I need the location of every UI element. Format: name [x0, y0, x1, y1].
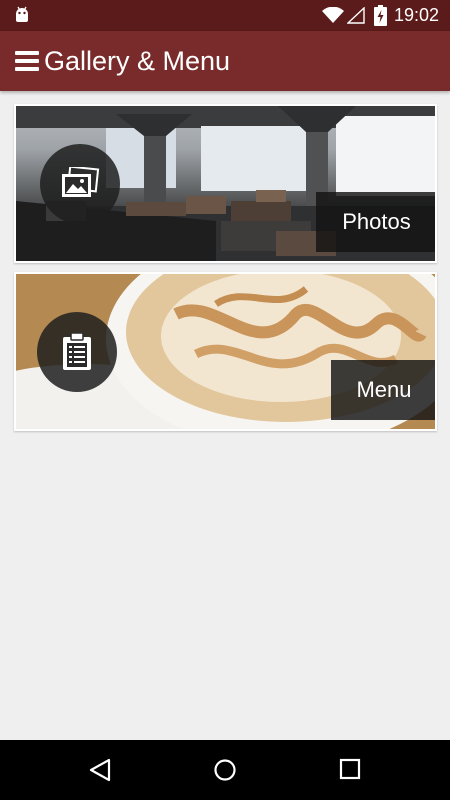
- photos-card[interactable]: Photos: [14, 104, 437, 263]
- battery-charging-icon: [374, 5, 387, 26]
- clipboard-icon: [63, 333, 91, 370]
- status-time: 19:02: [394, 5, 440, 25]
- page-title: Gallery & Menu: [44, 46, 231, 76]
- photos-label: Photos: [342, 209, 411, 234]
- image-icon: [62, 167, 100, 197]
- hamburger-menu-icon[interactable]: [15, 51, 39, 71]
- menu-label-box: Menu: [331, 360, 435, 420]
- lobby-image: Photos: [16, 106, 435, 261]
- status-bar: 19:02: [0, 0, 450, 31]
- menu-card[interactable]: Menu: [14, 272, 437, 431]
- photos-badge: [40, 144, 120, 224]
- home-icon[interactable]: [213, 758, 237, 782]
- app-bar: Gallery & Menu: [0, 31, 450, 91]
- android-icon: [16, 6, 28, 22]
- back-icon[interactable]: [88, 758, 112, 782]
- recents-icon[interactable]: [339, 758, 361, 780]
- photos-label-box: Photos: [316, 192, 435, 252]
- coffee-image: Menu: [16, 274, 435, 429]
- menu-badge: [37, 312, 117, 392]
- wifi-icon: [322, 7, 344, 23]
- navigation-bar: [0, 740, 450, 800]
- signal-icon: [347, 7, 365, 24]
- screen: 19:02 Gallery & Menu Photos Menu: [0, 0, 450, 800]
- menu-label: Menu: [356, 377, 412, 402]
